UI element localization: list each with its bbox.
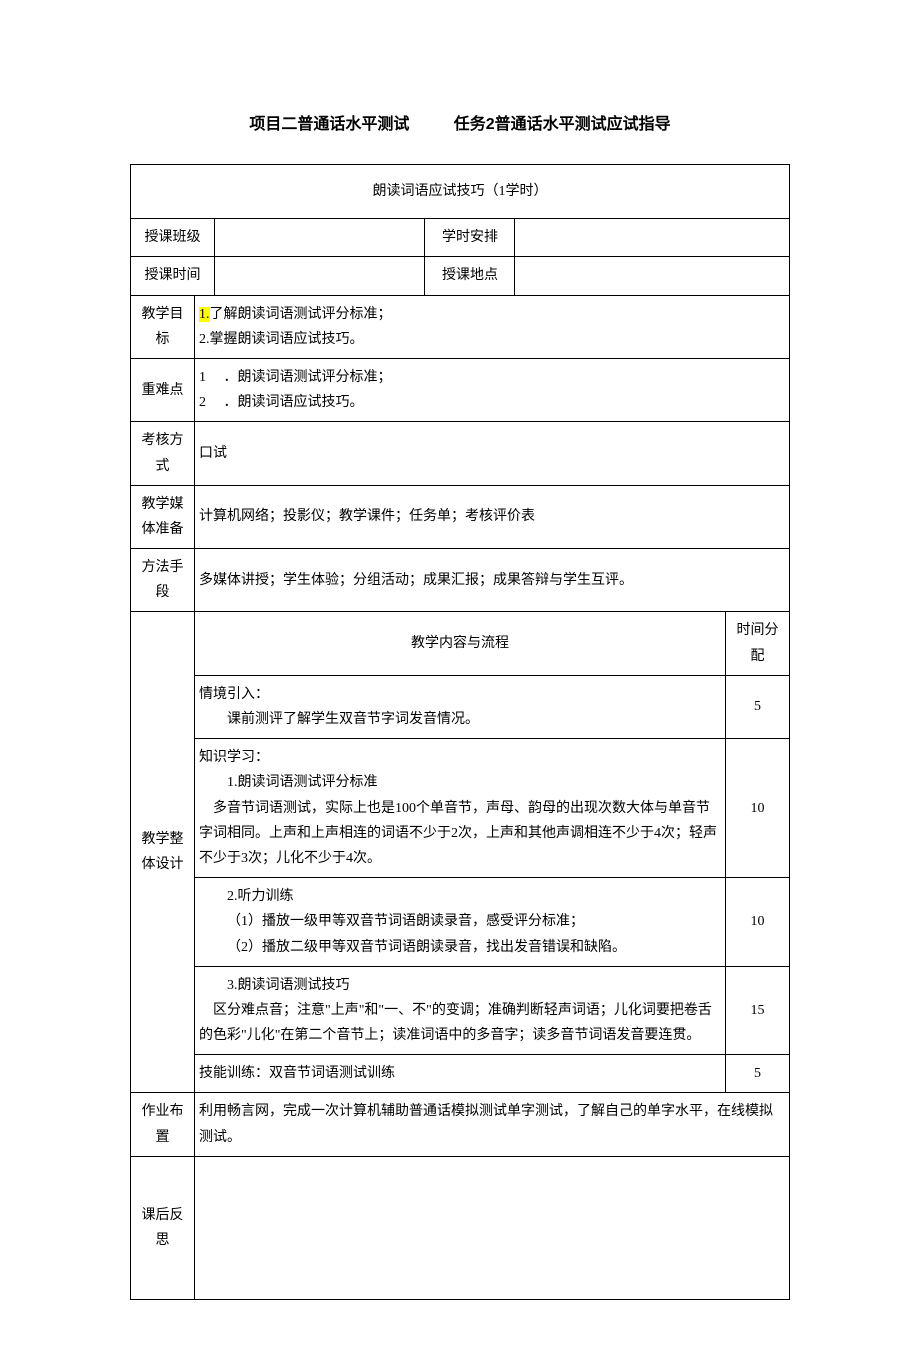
flow5-body: 技能训练：双音节词语测试训练 bbox=[199, 1066, 395, 1081]
value-goal: 1.了解朗读词语测试评分标准； 2.掌握朗读词语应试技巧。 bbox=[195, 295, 790, 358]
flow3-line1: （1）播放一级甲等双音节词语朗读录音，感受评分标准； bbox=[199, 909, 721, 934]
value-class bbox=[215, 219, 425, 257]
lesson-plan-table: 朗读词语应试技巧（1学时） 授课班级 学时安排 授课时间 授课地点 教学目标 1… bbox=[130, 164, 790, 1300]
value-method: 多媒体讲授；学生体验；分组活动；成果汇报；成果答辩与学生互评。 bbox=[195, 549, 790, 612]
lesson-title-row: 朗读词语应试技巧（1学时） bbox=[131, 165, 790, 219]
flow-row-1: 情境引入： 课前测评了解学生双音节字词发音情况。 5 bbox=[131, 675, 790, 738]
label-method: 方法手段 bbox=[131, 549, 195, 612]
flow-header-row: 教学整体设计 教学内容与流程 时间分配 bbox=[131, 612, 790, 675]
value-assess: 口试 bbox=[195, 422, 790, 485]
value-media: 计算机网络；投影仪；教学课件；任务单；考核评价表 bbox=[195, 485, 790, 548]
flow-content-2: 知识学习： 1.朗读词语测试评分标准 多音节词语测试，实际上也是100个单音节，… bbox=[195, 739, 726, 878]
flow3-line2: （2）播放二级甲等双音节词语朗读录音，找出发音错误和缺陷。 bbox=[199, 935, 721, 960]
page-title: 项目二普通话水平测试 任务2普通话水平测试应试指导 bbox=[130, 110, 790, 134]
flow4-body: 区分难点音；注意"上声"和"一、不"的变调；准确判断轻声词语；儿化词要把卷舌的色… bbox=[199, 1003, 712, 1043]
title-right: 任务2普通话水平测试应试指导 bbox=[454, 116, 671, 133]
label-keypoints: 重难点 bbox=[131, 358, 195, 421]
label-location: 授课地点 bbox=[425, 257, 515, 295]
kp1-num: 1 bbox=[199, 370, 206, 385]
value-schedule bbox=[515, 219, 790, 257]
flow-row-3: 2.听力训练 （1）播放一级甲等双音节词语朗读录音，感受评分标准； （2）播放二… bbox=[131, 878, 790, 967]
label-time: 授课时间 bbox=[131, 257, 215, 295]
time-row: 授课时间 授课地点 bbox=[131, 257, 790, 295]
flow4-sub: 3.朗读词语测试技巧 bbox=[199, 973, 721, 998]
flow-header-time: 时间分配 bbox=[725, 612, 789, 675]
lesson-title: 朗读词语应试技巧（1学时） bbox=[131, 165, 790, 219]
flow3-sub: 2.听力训练 bbox=[199, 884, 721, 909]
label-assess: 考核方式 bbox=[131, 422, 195, 485]
label-reflect: 课后反思 bbox=[131, 1156, 195, 1299]
goal-line2: 2.掌握朗读词语应试技巧。 bbox=[199, 332, 364, 347]
value-time bbox=[215, 257, 425, 295]
flow-time-1: 5 bbox=[725, 675, 789, 738]
value-location bbox=[515, 257, 790, 295]
flow-content-1: 情境引入： 课前测评了解学生双音节字词发音情况。 bbox=[195, 675, 726, 738]
homework-row: 作业布置 利用畅言网，完成一次计算机辅助普通话模拟测试单字测试，了解自己的单字水… bbox=[131, 1093, 790, 1156]
page: 项目二普通话水平测试 任务2普通话水平测试应试指导 朗读词语应试技巧（1学时） … bbox=[0, 0, 920, 1360]
flow-time-4: 15 bbox=[725, 966, 789, 1055]
label-design: 教学整体设计 bbox=[131, 612, 195, 1093]
flow2-body: 多音节词语测试，实际上也是100个单音节，声母、韵母的出现次数大体与单音节字词相… bbox=[199, 801, 717, 866]
flow-row-5: 技能训练：双音节词语测试训练 5 bbox=[131, 1055, 790, 1093]
flow-content-4: 3.朗读词语测试技巧 区分难点音；注意"上声"和"一、不"的变调；准确判断轻声词… bbox=[195, 966, 726, 1055]
kp2-num: 2 bbox=[199, 395, 206, 410]
goal-row: 教学目标 1.了解朗读词语测试评分标准； 2.掌握朗读词语应试技巧。 bbox=[131, 295, 790, 358]
flow1-body: 课前测评了解学生双音节字词发音情况。 bbox=[199, 707, 721, 732]
class-row: 授课班级 学时安排 bbox=[131, 219, 790, 257]
flow-content-5: 技能训练：双音节词语测试训练 bbox=[195, 1055, 726, 1093]
keypoints-row: 重难点 1 ．朗读词语测试评分标准； 2 ．朗读词语应试技巧。 bbox=[131, 358, 790, 421]
label-class: 授课班级 bbox=[131, 219, 215, 257]
label-schedule: 学时安排 bbox=[425, 219, 515, 257]
kp1-text: ．朗读词语测试评分标准； bbox=[224, 370, 392, 385]
flow1-title: 情境引入： bbox=[199, 682, 721, 707]
flow2-sub: 1.朗读词语测试评分标准 bbox=[199, 770, 721, 795]
flow-time-2: 10 bbox=[725, 739, 789, 878]
method-row: 方法手段 多媒体讲授；学生体验；分组活动；成果汇报；成果答辩与学生互评。 bbox=[131, 549, 790, 612]
value-homework: 利用畅言网，完成一次计算机辅助普通话模拟测试单字测试，了解自己的单字水平，在线模… bbox=[195, 1093, 790, 1156]
media-row: 教学媒体准备 计算机网络；投影仪；教学课件；任务单；考核评价表 bbox=[131, 485, 790, 548]
label-goal: 教学目标 bbox=[131, 295, 195, 358]
goal-line1: 了解朗读词语测试评分标准； bbox=[210, 307, 392, 322]
value-reflect bbox=[195, 1156, 790, 1299]
label-homework: 作业布置 bbox=[131, 1093, 195, 1156]
kp2-text: ．朗读词语应试技巧。 bbox=[224, 395, 364, 410]
flow-time-5: 5 bbox=[725, 1055, 789, 1093]
flow-row-2: 知识学习： 1.朗读词语测试评分标准 多音节词语测试，实际上也是100个单音节，… bbox=[131, 739, 790, 878]
goal-marker-highlight: 1. bbox=[199, 307, 210, 322]
reflect-row: 课后反思 bbox=[131, 1156, 790, 1299]
flow-time-3: 10 bbox=[725, 878, 789, 967]
flow-header-content: 教学内容与流程 bbox=[195, 612, 726, 675]
title-left: 项目二普通话水平测试 bbox=[249, 116, 409, 133]
flow-content-3: 2.听力训练 （1）播放一级甲等双音节词语朗读录音，感受评分标准； （2）播放二… bbox=[195, 878, 726, 967]
flow2-title: 知识学习： bbox=[199, 745, 721, 770]
assess-row: 考核方式 口试 bbox=[131, 422, 790, 485]
flow-row-4: 3.朗读词语测试技巧 区分难点音；注意"上声"和"一、不"的变调；准确判断轻声词… bbox=[131, 966, 790, 1055]
label-media: 教学媒体准备 bbox=[131, 485, 195, 548]
value-keypoints: 1 ．朗读词语测试评分标准； 2 ．朗读词语应试技巧。 bbox=[195, 358, 790, 421]
